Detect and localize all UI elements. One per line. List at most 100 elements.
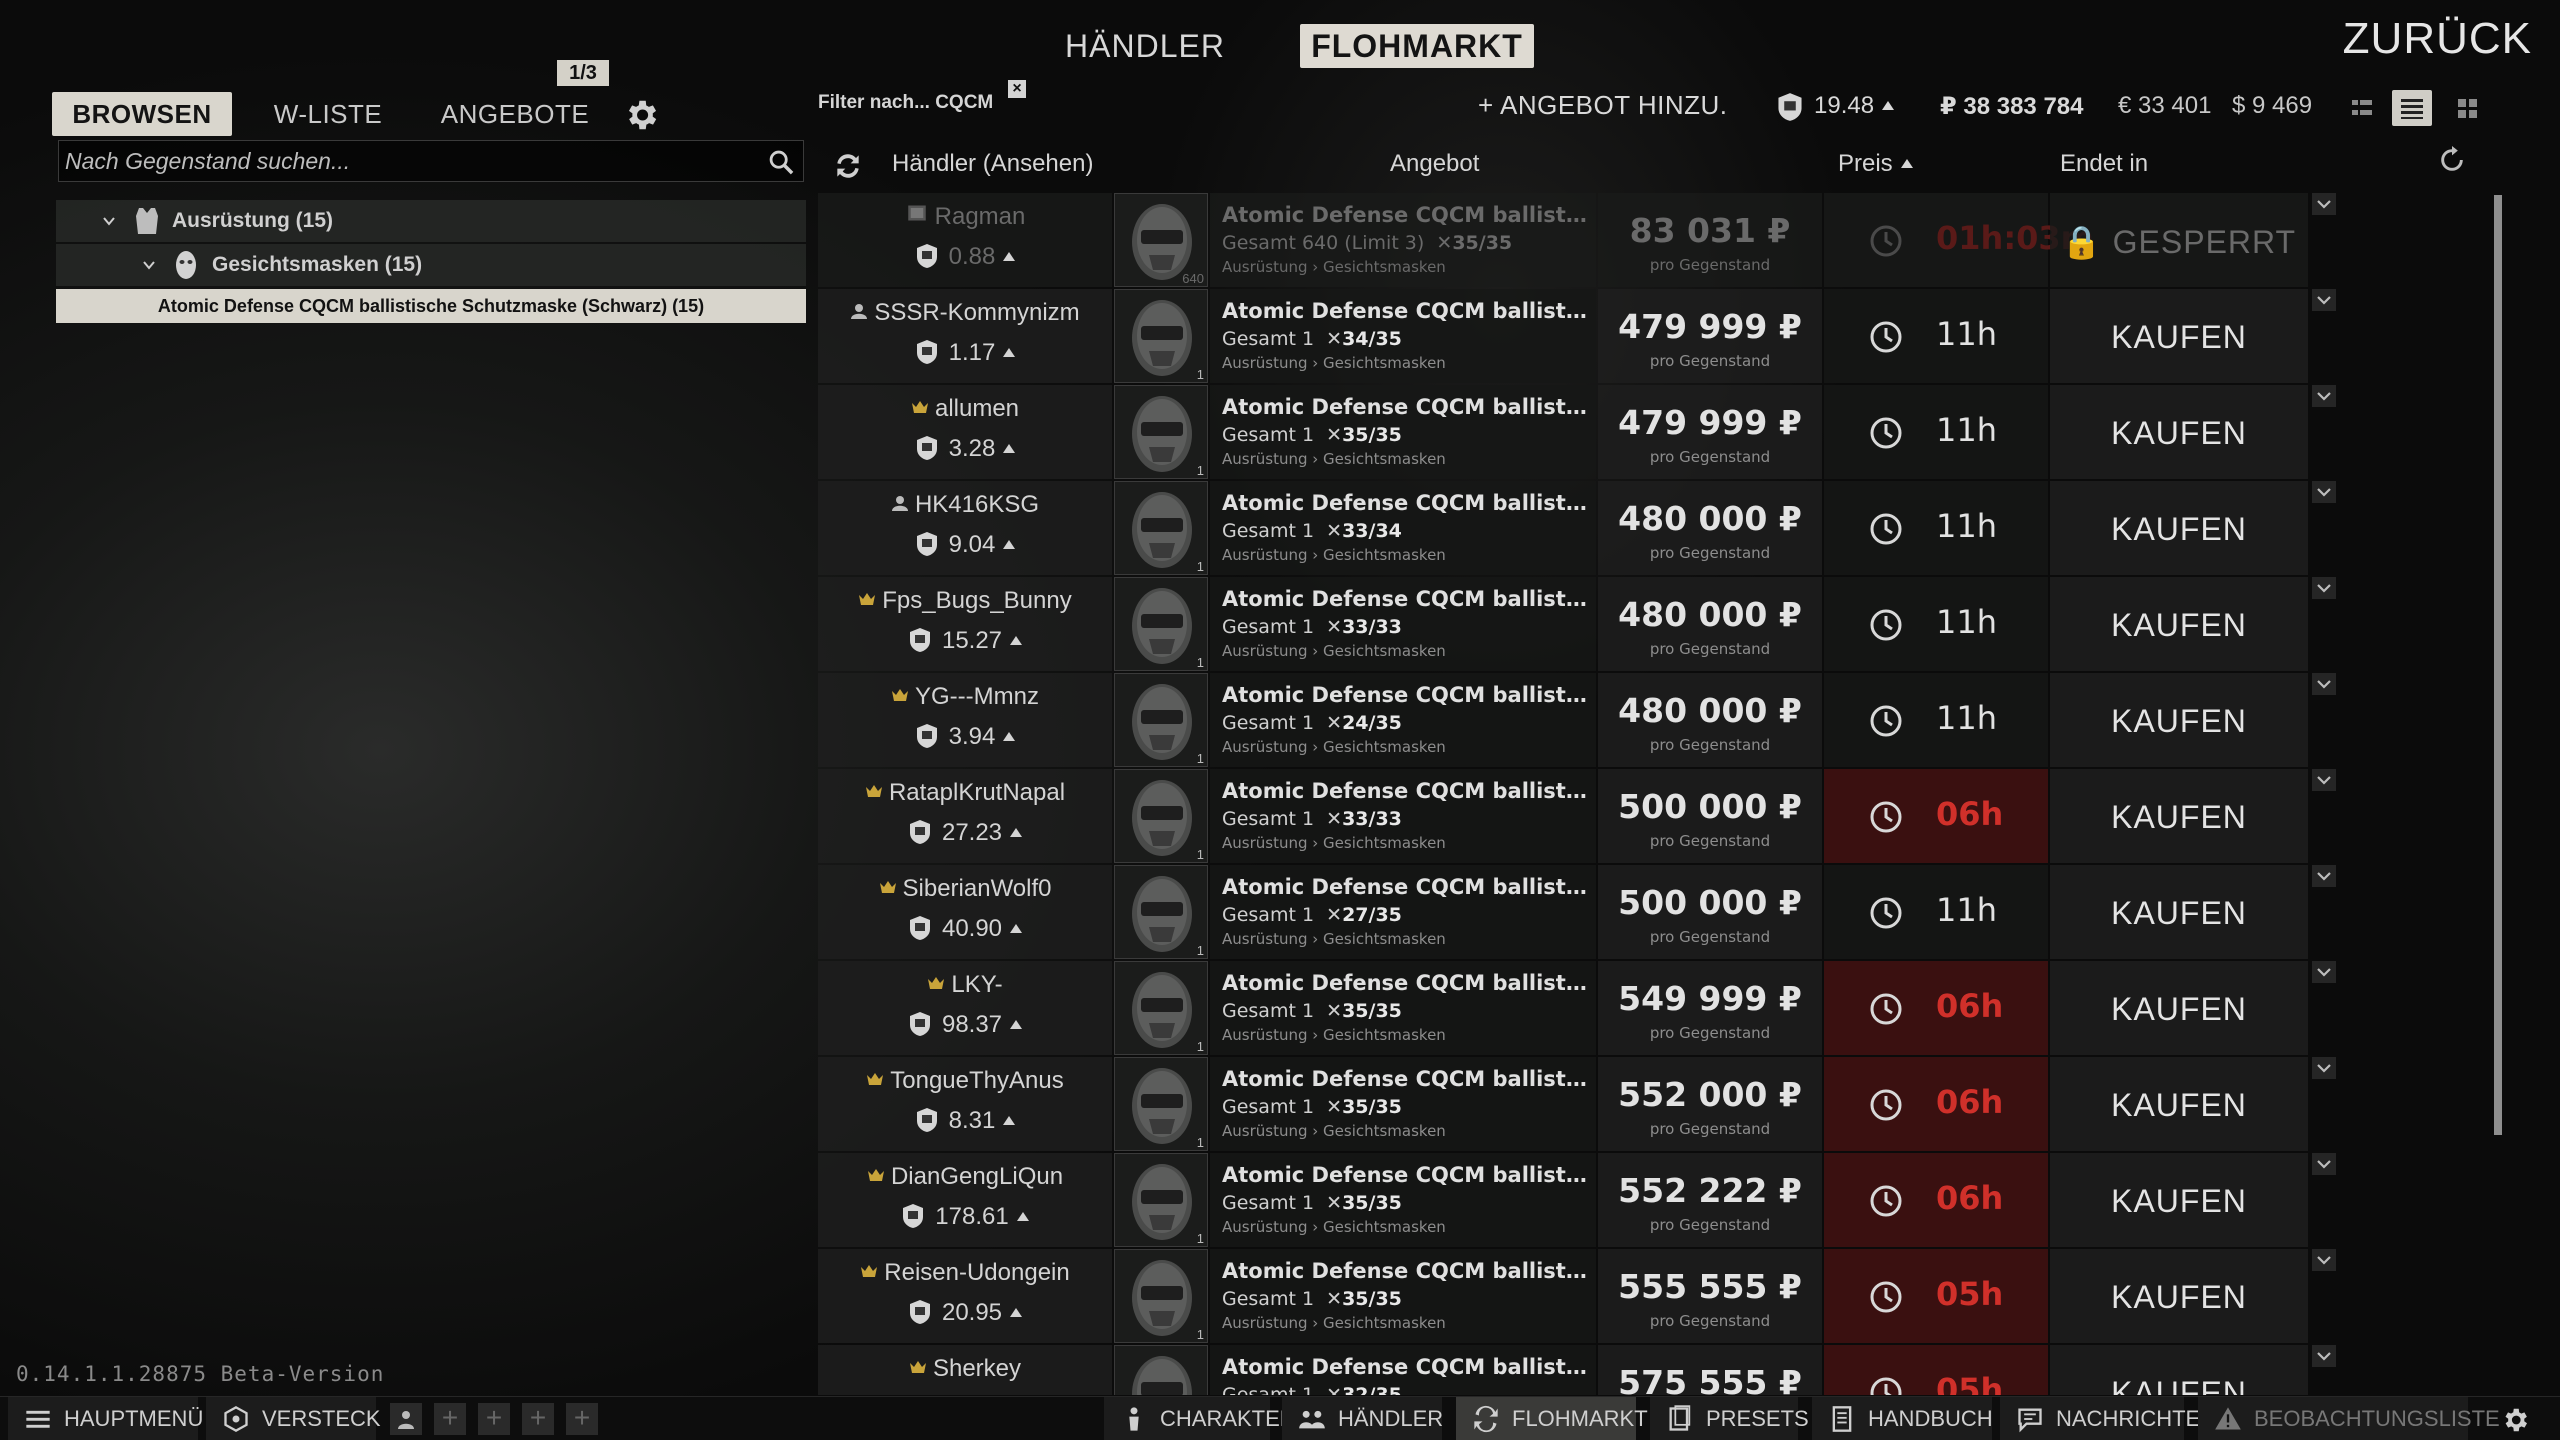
item-thumbnail[interactable]: 1 (1114, 961, 1208, 1055)
expand-chevron-icon[interactable] (2312, 193, 2336, 215)
nav-flohmarkt[interactable]: FLOHMARKT (1456, 1397, 1648, 1440)
quick-slot-2[interactable]: + (478, 1403, 510, 1435)
buy-button[interactable]: KAUFEN (2050, 1057, 2308, 1151)
view-list-button[interactable] (2392, 90, 2432, 126)
offer-row[interactable]: YG---Mmnz 3.94 1 Atomic Defense CQCM ballis… (818, 673, 2490, 767)
column-header-angebot[interactable]: Angebot (1390, 150, 1479, 178)
seller-name[interactable]: RataplKrutNapal (818, 779, 1112, 807)
item-thumbnail[interactable]: 1 (1114, 865, 1208, 959)
nav-charakter[interactable]: CHARAKTER (1104, 1397, 1296, 1440)
search-icon[interactable] (767, 148, 795, 176)
expand-chevron-icon[interactable] (2312, 1249, 2336, 1271)
offer-row[interactable]: TongueThyAnus 8.31 1 Atomic Defense CQCM ba… (818, 1057, 2490, 1151)
subtab-angebote[interactable]: ANGEBOTE (440, 92, 590, 136)
offer-seller-cell[interactable]: SSSR-Kommynizm 1.17 (818, 289, 1112, 383)
back-button[interactable]: ZURÜCK (2343, 14, 2532, 64)
column-header-preis[interactable]: Preis (1838, 150, 1913, 178)
item-thumbnail[interactable]: 1 (1114, 1249, 1208, 1343)
add-offer-button[interactable]: + ANGEBOT HINZU. (1478, 90, 1728, 121)
column-header-endet[interactable]: Endet in (2060, 150, 2148, 178)
item-thumbnail[interactable]: 1 (1114, 1345, 1208, 1395)
buy-button[interactable]: KAUFEN (2050, 961, 2308, 1055)
offer-seller-cell[interactable]: Reisen-Udongein 20.95 (818, 1249, 1112, 1343)
offer-row[interactable]: Ragman 0.88 640 Atomic Defense CQCM ballist… (818, 193, 2490, 287)
filter-close-button[interactable]: × (1008, 80, 1026, 98)
offer-row[interactable]: RataplKrutNapal 27.23 1 Atomic Defense CQCM… (818, 769, 2490, 863)
item-thumbnail[interactable]: 1 (1114, 1057, 1208, 1151)
tree-item-cqcm[interactable]: Atomic Defense CQCM ballistische Schutzm… (56, 289, 806, 323)
nav-nachrichten[interactable]: NACHRICHTEN (2000, 1397, 2216, 1440)
buy-button[interactable]: KAUFEN (2050, 769, 2308, 863)
tab-flohmarkt[interactable]: FLOHMARKT (1300, 24, 1534, 68)
expand-chevron-icon[interactable] (2312, 1057, 2336, 1079)
expand-chevron-icon[interactable] (2312, 481, 2336, 503)
item-thumbnail[interactable]: 1 (1114, 673, 1208, 767)
offer-row[interactable]: Sherkey1 Atomic Defense CQCM ballistische… (818, 1345, 2490, 1395)
offer-seller-cell[interactable]: Ragman 0.88 (818, 193, 1112, 287)
view-compact-button[interactable] (2342, 90, 2382, 126)
quick-slot-4[interactable]: + (566, 1403, 598, 1435)
nav-versteck[interactable]: VERSTECK (206, 1397, 381, 1440)
offer-row[interactable]: LKY- 98.37 1 Atomic Defense CQCM ballistisc… (818, 961, 2490, 1055)
offer-row[interactable]: HK416KSG 9.04 1 Atomic Defense CQCM ballist… (818, 481, 2490, 575)
seller-name[interactable]: Fps_Bugs_Bunny (818, 587, 1112, 615)
offer-row[interactable]: SiberianWolf0 40.90 1 Atomic Defense CQCM b… (818, 865, 2490, 959)
subtab-wliste[interactable]: W-LISTE (258, 92, 398, 136)
offer-row[interactable]: allumen 3.28 1 Atomic Defense CQCM ballisti… (818, 385, 2490, 479)
nav-handbuch[interactable]: HANDBUCH (1812, 1397, 1993, 1440)
seller-name[interactable]: Ragman (818, 203, 1112, 231)
offer-row[interactable]: Fps_Bugs_Bunny 15.27 1 Atomic Defense CQCM … (818, 577, 2490, 671)
offer-seller-cell[interactable]: TongueThyAnus 8.31 (818, 1057, 1112, 1151)
auto-refresh-icon[interactable] (2438, 146, 2466, 174)
expand-chevron-icon[interactable] (2312, 1345, 2336, 1367)
expand-chevron-icon[interactable] (2312, 289, 2336, 311)
item-thumbnail[interactable]: 1 (1114, 1153, 1208, 1247)
buy-button[interactable]: KAUFEN (2050, 481, 2308, 575)
buy-button[interactable]: KAUFEN (2050, 673, 2308, 767)
tab-handler[interactable]: HÄNDLER (1050, 24, 1240, 68)
offer-seller-cell[interactable]: RataplKrutNapal 27.23 (818, 769, 1112, 863)
offer-row[interactable]: SSSR-Kommynizm 1.17 1 Atomic Defense CQCM b… (818, 289, 2490, 383)
offer-seller-cell[interactable]: allumen 3.28 (818, 385, 1112, 479)
seller-name[interactable]: LKY- (818, 971, 1112, 999)
nav-hauptmenu[interactable]: HAUPTMENÜ (8, 1397, 203, 1440)
character-slot-icon[interactable] (390, 1403, 422, 1435)
expand-chevron-icon[interactable] (2312, 769, 2336, 791)
nav-handler[interactable]: HÄNDLER (1282, 1397, 1443, 1440)
search-input[interactable] (65, 141, 755, 181)
expand-chevron-icon[interactable] (2312, 577, 2336, 599)
tree-subcategory-gesichtsmasken[interactable]: Gesichtsmasken (15) (56, 244, 806, 286)
seller-name[interactable]: allumen (818, 395, 1112, 423)
seller-name[interactable]: DianGengLiQun (818, 1163, 1112, 1191)
column-header-handler[interactable]: Händler (Ansehen) (892, 150, 1093, 178)
item-thumbnail[interactable]: 1 (1114, 481, 1208, 575)
offer-row[interactable]: Reisen-Udongein 20.95 1 Atomic Defense CQCM… (818, 1249, 2490, 1343)
offer-seller-cell[interactable]: YG---Mmnz 3.94 (818, 673, 1112, 767)
buy-button[interactable]: KAUFEN (2050, 577, 2308, 671)
expand-chevron-icon[interactable] (2312, 385, 2336, 407)
subtab-browsen[interactable]: BROWSEN (52, 92, 232, 136)
seller-name[interactable]: SSSR-Kommynizm (818, 299, 1112, 327)
expand-chevron-icon[interactable] (2312, 961, 2336, 983)
item-thumbnail[interactable]: 1 (1114, 289, 1208, 383)
offer-seller-cell[interactable]: Fps_Bugs_Bunny 15.27 (818, 577, 1112, 671)
seller-name[interactable]: YG---Mmnz (818, 683, 1112, 711)
buy-button[interactable]: KAUFEN (2050, 289, 2308, 383)
nav-presets[interactable]: PRESETS (1650, 1397, 1809, 1440)
seller-name[interactable]: Sherkey (818, 1355, 1112, 1383)
quick-slot-3[interactable]: + (522, 1403, 554, 1435)
expand-chevron-icon[interactable] (2312, 865, 2336, 887)
seller-name[interactable]: Reisen-Udongein (818, 1259, 1112, 1287)
offer-row[interactable]: DianGengLiQun 178.61 1 Atomic Defense CQCM … (818, 1153, 2490, 1247)
settings-gear-icon[interactable] (2500, 1405, 2530, 1435)
seller-name[interactable]: HK416KSG (818, 491, 1112, 519)
item-thumbnail[interactable]: 640 (1114, 193, 1208, 287)
buy-button[interactable]: KAUFEN (2050, 385, 2308, 479)
expand-chevron-icon[interactable] (2312, 1153, 2336, 1175)
buy-button[interactable]: KAUFEN (2050, 1153, 2308, 1247)
item-thumbnail[interactable]: 1 (1114, 577, 1208, 671)
offer-seller-cell[interactable]: SiberianWolf0 40.90 (818, 865, 1112, 959)
expand-chevron-icon[interactable] (2312, 673, 2336, 695)
seller-name[interactable]: SiberianWolf0 (818, 875, 1112, 903)
gear-icon[interactable] (622, 96, 660, 134)
